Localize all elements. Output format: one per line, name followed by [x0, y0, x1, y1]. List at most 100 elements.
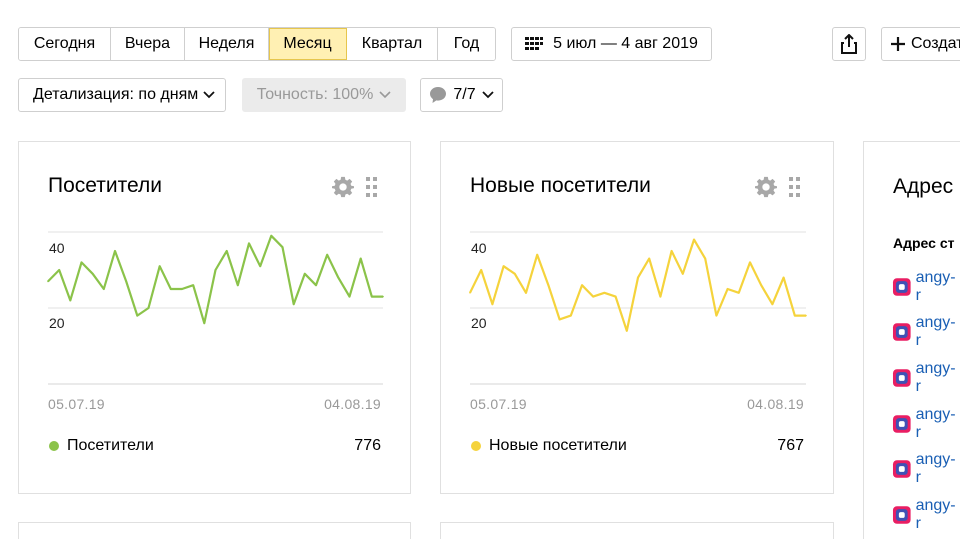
- data-point[interactable]: [326, 254, 329, 256]
- data-point[interactable]: [659, 295, 662, 298]
- data-point[interactable]: [805, 314, 807, 317]
- data-point[interactable]: [114, 250, 116, 252]
- data-point[interactable]: [682, 273, 684, 275]
- address-link[interactable]: angy-r: [916, 269, 960, 305]
- data-point[interactable]: [158, 265, 161, 267]
- data-point[interactable]: [170, 288, 172, 290]
- address-link[interactable]: angy-r: [916, 360, 960, 396]
- data-point[interactable]: [738, 292, 740, 294]
- data-point[interactable]: [536, 254, 538, 256]
- data-point[interactable]: [570, 314, 572, 317]
- address-link[interactable]: angy-r: [916, 497, 960, 533]
- address-row[interactable]: angy-r: [892, 406, 960, 441]
- address-link[interactable]: angy-r: [916, 406, 960, 442]
- legend-item: Посетители: [49, 437, 154, 455]
- address-row[interactable]: angy-r: [892, 269, 960, 304]
- data-point[interactable]: [359, 257, 362, 260]
- data-point[interactable]: [760, 284, 762, 286]
- data-point[interactable]: [281, 246, 284, 248]
- accuracy-label: Точность: 100%: [256, 86, 374, 103]
- data-point[interactable]: [315, 284, 317, 286]
- data-point[interactable]: [581, 284, 583, 286]
- data-point[interactable]: [225, 250, 228, 252]
- data-point[interactable]: [214, 269, 217, 271]
- data-point[interactable]: [480, 269, 482, 271]
- data-point[interactable]: [670, 250, 673, 252]
- site-favicon-icon: [892, 460, 911, 478]
- comments-dropdown[interactable]: 7/7: [420, 78, 503, 112]
- period-week-button[interactable]: Неделя: [185, 28, 269, 60]
- create-button[interactable]: Создат: [881, 27, 960, 61]
- data-point[interactable]: [103, 288, 105, 290]
- period-year-button[interactable]: Год: [438, 28, 495, 60]
- address-row[interactable]: angy-r: [892, 451, 960, 486]
- period-today-button[interactable]: Сегодня: [19, 28, 111, 60]
- new-visitors-widget: Новые посетители 40 20 05.07.19 04.08.19…: [440, 141, 834, 494]
- accuracy-dropdown[interactable]: Точность: 100%: [242, 78, 406, 112]
- data-point[interactable]: [525, 292, 527, 294]
- data-point[interactable]: [726, 288, 729, 290]
- data-point[interactable]: [547, 284, 550, 286]
- address-row[interactable]: angy-r: [892, 314, 960, 349]
- legend-total: 767: [777, 437, 804, 454]
- data-point[interactable]: [749, 261, 751, 264]
- legend-total: 776: [354, 437, 381, 454]
- widget-title: Адрес: [893, 175, 954, 198]
- data-point[interactable]: [248, 242, 250, 245]
- legend-dot: [471, 441, 481, 451]
- data-point[interactable]: [514, 273, 516, 275]
- data-point[interactable]: [648, 257, 650, 260]
- data-point[interactable]: [304, 273, 306, 275]
- data-point[interactable]: [603, 292, 606, 294]
- data-point[interactable]: [469, 292, 471, 294]
- x-tick-end: 04.08.19: [747, 396, 804, 412]
- data-point[interactable]: [147, 307, 150, 309]
- chevron-down-icon: [203, 91, 215, 99]
- data-point[interactable]: [348, 295, 351, 298]
- data-point[interactable]: [558, 318, 561, 321]
- address-row[interactable]: angy-r: [892, 360, 960, 395]
- period-month-button[interactable]: Месяц: [269, 28, 347, 60]
- y-tick-40: 40: [49, 240, 65, 256]
- data-point[interactable]: [626, 330, 628, 332]
- period-selector: Сегодня Вчера Неделя Месяц Квартал Год: [18, 27, 496, 61]
- data-point[interactable]: [192, 284, 194, 286]
- period-quarter-button[interactable]: Квартал: [347, 28, 438, 60]
- data-point[interactable]: [502, 265, 505, 267]
- data-point[interactable]: [270, 235, 273, 237]
- detail-dropdown[interactable]: Детализация: по дням: [18, 78, 226, 112]
- data-point[interactable]: [592, 295, 594, 298]
- widget-placeholder: [18, 522, 411, 539]
- data-point[interactable]: [337, 276, 340, 279]
- data-point[interactable]: [614, 295, 617, 298]
- share-icon: [841, 34, 857, 54]
- data-point[interactable]: [491, 303, 494, 305]
- data-point[interactable]: [47, 280, 49, 283]
- data-point[interactable]: [181, 288, 183, 290]
- data-point[interactable]: [91, 273, 94, 275]
- data-point[interactable]: [69, 299, 72, 302]
- data-point[interactable]: [203, 322, 206, 324]
- address-link[interactable]: angy-r: [916, 314, 960, 350]
- address-link[interactable]: angy-r: [916, 451, 960, 487]
- data-point[interactable]: [771, 303, 774, 305]
- data-point[interactable]: [382, 295, 384, 298]
- data-point[interactable]: [259, 265, 261, 267]
- export-button[interactable]: [832, 27, 866, 61]
- data-point[interactable]: [371, 295, 373, 298]
- data-point[interactable]: [704, 257, 706, 260]
- data-point[interactable]: [794, 314, 796, 317]
- data-point[interactable]: [58, 269, 60, 271]
- period-yesterday-button[interactable]: Вчера: [111, 28, 185, 60]
- data-point[interactable]: [782, 276, 785, 279]
- data-point[interactable]: [715, 314, 718, 317]
- data-point[interactable]: [136, 314, 139, 317]
- data-point[interactable]: [125, 280, 127, 283]
- data-point[interactable]: [237, 284, 239, 286]
- data-point[interactable]: [292, 303, 295, 305]
- data-point[interactable]: [693, 238, 695, 241]
- data-point[interactable]: [80, 261, 83, 264]
- date-range-button[interactable]: 5 июл — 4 авг 2019: [511, 27, 712, 61]
- address-row[interactable]: angy-r: [892, 497, 960, 532]
- data-point[interactable]: [637, 276, 639, 279]
